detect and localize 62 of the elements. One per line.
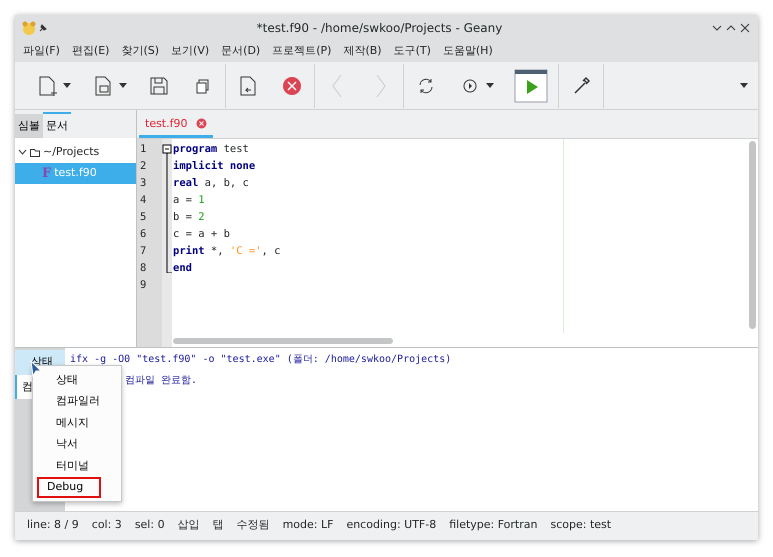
line-number: 6 xyxy=(139,227,148,242)
status-item: col: 3 xyxy=(92,516,122,533)
code-line: c = a + b xyxy=(172,227,231,242)
menu-item[interactable]: 파일(F) xyxy=(23,42,60,60)
menu-item[interactable]: 보기(V) xyxy=(171,42,210,60)
line-number: 4 xyxy=(139,193,148,208)
forward-icon xyxy=(376,74,386,98)
menu-item[interactable]: 편집(E) xyxy=(72,42,110,60)
status-item: filetype: Fortran xyxy=(449,516,538,533)
code-line: end xyxy=(172,261,193,276)
line-number: 3 xyxy=(139,176,148,191)
menu-item[interactable]: 메시지 xyxy=(47,412,98,434)
status-item: line: 8 / 9 xyxy=(27,516,79,533)
line-number: 5 xyxy=(139,210,148,225)
back-icon xyxy=(332,74,342,98)
sidebar-tab[interactable]: 심볼 xyxy=(15,114,43,138)
close-tab-icon[interactable] xyxy=(196,118,206,130)
status-item: 삽입 xyxy=(178,516,200,533)
menu-item[interactable]: Debug xyxy=(37,476,101,498)
code-line: a = 1 xyxy=(172,193,206,208)
status-item: scope: test xyxy=(550,516,612,533)
overflow-menu-icon[interactable] xyxy=(740,83,748,88)
pin-icon xyxy=(37,22,49,34)
folder-icon xyxy=(30,148,40,157)
line-number: 8 xyxy=(139,261,148,276)
compiler-message: 컴파일 완료함. xyxy=(125,375,198,386)
code-line: program test xyxy=(172,142,250,157)
code-line: b = 2 xyxy=(172,210,206,225)
status-item: mode: LF xyxy=(282,516,334,533)
scrollbar[interactable] xyxy=(749,141,756,329)
menu-item[interactable]: 제작(B) xyxy=(343,42,382,60)
dropdown-arrow-icon xyxy=(119,83,127,88)
close-icon[interactable] xyxy=(738,22,752,34)
app-icon xyxy=(21,20,37,36)
menu-item[interactable]: 터미널 xyxy=(47,455,98,476)
status-item: encoding: UTF-8 xyxy=(346,516,436,533)
menu-item[interactable]: 컴파일러 xyxy=(47,390,109,412)
dropdown-arrow-icon xyxy=(63,83,71,88)
chevron-down-icon xyxy=(18,148,27,157)
menu-item[interactable]: 찾기(S) xyxy=(121,42,160,60)
line-number: 1 xyxy=(139,142,148,157)
line-number: 7 xyxy=(139,244,148,259)
menu-item[interactable]: 프로젝트(P) xyxy=(272,42,332,60)
code-line: implicit none xyxy=(172,159,256,174)
tree-item[interactable]: ~/Projects xyxy=(15,142,136,163)
file-type-icon: F xyxy=(42,164,52,184)
run-window-icon xyxy=(514,68,548,102)
window-title: *test.f90 - /home/swkoo/Projects - Geany xyxy=(256,20,504,36)
code-line: print *, 'C =', c xyxy=(172,244,282,259)
menu-item[interactable]: 도구(T) xyxy=(394,42,431,60)
menu-item[interactable]: 문서(D) xyxy=(221,42,260,60)
status-item: 수정됨 xyxy=(236,516,270,533)
menu-item[interactable]: 낙서 xyxy=(47,434,87,455)
code-line: real a, b, c xyxy=(172,176,250,191)
line-number: 2 xyxy=(139,159,148,174)
status-item: sel: 0 xyxy=(134,516,165,533)
menu-item[interactable]: 도움말(H) xyxy=(442,42,493,60)
scrollbar[interactable] xyxy=(173,338,393,344)
compiler-message: ifx -g -O0 "test.f90" -o "test.exe" (폴더: /home/swkoo/Projects) xyxy=(70,354,452,365)
dropdown-arrow-icon xyxy=(486,83,494,88)
line-number: 9 xyxy=(139,278,148,293)
status-item: 탭 xyxy=(212,516,224,533)
